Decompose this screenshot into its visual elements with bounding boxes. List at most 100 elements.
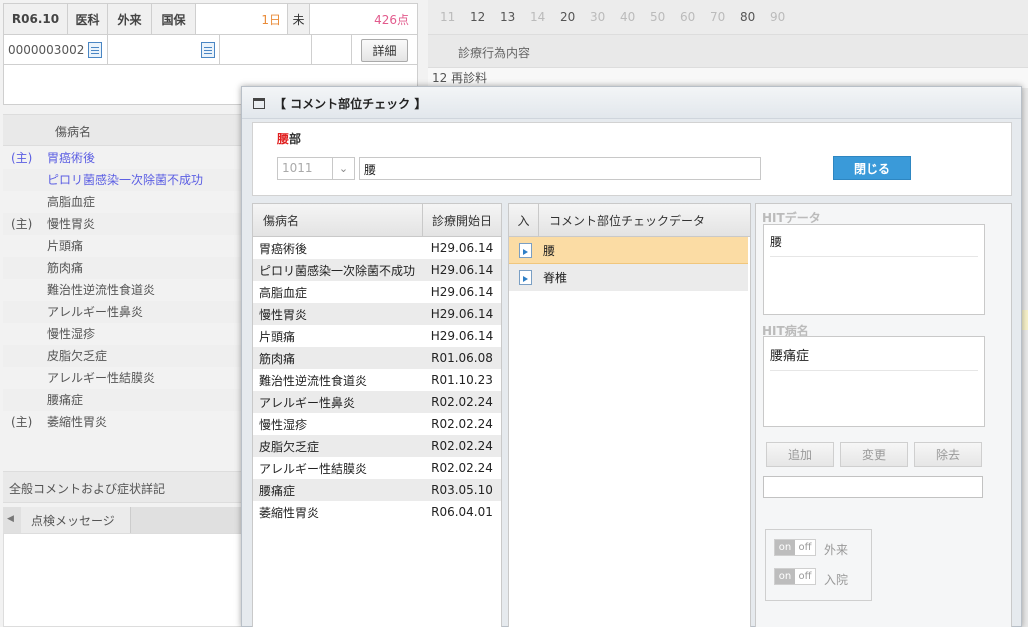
disease-list-item[interactable]: 高脂血症: [3, 191, 243, 213]
toggle-on-label: on: [775, 569, 795, 584]
message-panel: [3, 533, 243, 627]
table-row[interactable]: アレルギー性鼻炎 R02.02.24: [253, 391, 501, 413]
day-number[interactable]: 70: [710, 10, 740, 24]
col-start-date[interactable]: 診療開始日: [423, 204, 501, 236]
col-check-data: コメント部位チェックデータ: [549, 213, 706, 228]
table-row[interactable]: 難治性逆流性食道炎 R01.10.23: [253, 369, 501, 391]
change-button[interactable]: 変更: [840, 442, 908, 467]
check-data-body: 腰脊椎: [509, 237, 750, 291]
disease-name-cell: 高脂血症: [259, 285, 308, 300]
part-label-suffix: 部: [289, 132, 302, 146]
disease-list-item[interactable]: (主) 慢性胃炎: [3, 213, 243, 235]
disease-name: 慢性湿疹: [47, 327, 96, 341]
table-row[interactable]: ピロリ菌感染一次除菌不成功 H29.06.14: [253, 259, 501, 281]
table-row[interactable]: 胃癌術後 H29.06.14: [253, 237, 501, 259]
disease-name-cell: ピロリ菌感染一次除菌不成功: [259, 263, 416, 278]
tab-check-message-label: 点検メッセージ: [31, 514, 115, 528]
day-number[interactable]: 12: [470, 10, 500, 24]
patient-id: 0000003002: [8, 43, 85, 57]
day-number[interactable]: 40: [620, 10, 650, 24]
disease-table-body: 胃癌術後 H29.06.14 ピロリ菌感染一次除菌不成功 H29.06.14 高脂血症 H…: [253, 237, 501, 523]
day-number[interactable]: 20: [560, 10, 590, 24]
document-icon[interactable]: [201, 42, 215, 58]
disease-name-cell: 筋肉痛: [259, 351, 296, 366]
part-code-select[interactable]: 1011 ⌄: [277, 157, 355, 180]
disease-name: アレルギー性結膜炎: [47, 371, 156, 385]
disease-list-item[interactable]: アレルギー性鼻炎: [3, 301, 243, 323]
day-number[interactable]: 14: [530, 10, 560, 24]
main-disease-marker: (主): [11, 151, 33, 165]
disease-name: ピロリ菌感染一次除菌不成功: [47, 173, 204, 187]
hit-data-box: 腰: [763, 224, 985, 315]
add-button[interactable]: 追加: [766, 442, 834, 467]
disease-list-item[interactable]: 腰痛症: [3, 389, 243, 411]
check-data-row[interactable]: 脊椎: [509, 264, 748, 291]
document-icon[interactable]: [88, 42, 103, 58]
doc-cell: [108, 35, 220, 65]
day-number[interactable]: 30: [590, 10, 620, 24]
tab-check-message[interactable]: 点検メッセージ: [21, 507, 131, 533]
day-number[interactable]: 13: [500, 10, 530, 24]
message-tabs: ◀ 点検メッセージ: [3, 507, 243, 533]
table-row[interactable]: 筋肉痛 R01.06.08: [253, 347, 501, 369]
inpatient-toggle[interactable]: on off: [774, 568, 816, 585]
toggle-on-label: on: [775, 540, 795, 555]
disease-list-item[interactable]: 慢性湿疹: [3, 323, 243, 345]
disease-list: (主) 胃癌術後ピロリ菌感染一次除菌不成功 高脂血症 (主) 慢性胃炎片頭痛 筋肉痛 難治性…: [3, 147, 243, 433]
table-row[interactable]: 慢性胃炎 H29.06.14: [253, 303, 501, 325]
dialog-titlebar[interactable]: 【 コメント部位チェック 】: [242, 87, 1021, 119]
disease-list-item[interactable]: 筋肉痛: [3, 257, 243, 279]
toggle-group: on off 外来 on off 入院: [765, 529, 872, 601]
disease-list-item[interactable]: ピロリ菌感染一次除菌不成功: [3, 169, 243, 191]
disease-name-cell: 慢性湿疹: [259, 417, 308, 432]
disease-name: 慢性胃炎: [47, 217, 96, 231]
detail-cell: 詳細: [352, 35, 417, 65]
app-root: R06.10 医科 外来 国保 1日 未 426点 0000003002 詳細 …: [0, 0, 1028, 627]
disease-list-header: 傷病名: [3, 114, 243, 146]
table-row[interactable]: 萎縮性胃炎 R06.04.01: [253, 501, 501, 523]
general-comment-label: 全般コメントおよび症状詳記: [9, 482, 166, 496]
disease-list-item[interactable]: (主) 萎縮性胃炎: [3, 411, 243, 433]
start-date-cell: H29.06.14: [430, 285, 494, 299]
close-button[interactable]: 閉じる: [833, 156, 911, 180]
outpatient-toggle[interactable]: on off: [774, 539, 816, 556]
disease-name: 高脂血症: [47, 195, 96, 209]
disease-list-item[interactable]: (主) 胃癌術後: [3, 147, 243, 169]
insert-document-icon[interactable]: [518, 270, 532, 285]
day-number[interactable]: 50: [650, 10, 680, 24]
day-number[interactable]: 80: [740, 10, 770, 24]
table-row[interactable]: 皮脂欠乏症 R02.02.24: [253, 435, 501, 457]
main-disease-marker: (主): [11, 415, 33, 429]
col-disease-name[interactable]: 傷病名: [253, 204, 423, 236]
treatment-row[interactable]: 12 再診料: [428, 68, 1028, 88]
table-row[interactable]: 高脂血症 H29.06.14: [253, 281, 501, 303]
day-number[interactable]: 11: [440, 10, 470, 24]
comment-text-input[interactable]: [763, 476, 983, 498]
table-row[interactable]: 腰痛症 R03.05.10: [253, 479, 501, 501]
remove-button[interactable]: 除去: [914, 442, 982, 467]
disease-list-item[interactable]: 難治性逆流性食道炎: [3, 279, 243, 301]
hit-panel: HITデータ 腰 HIT病名 腰痛症 追加 変更 除去 on off 外来 on…: [755, 203, 1012, 627]
disease-list-item[interactable]: 片頭痛: [3, 235, 243, 257]
day-number[interactable]: 60: [680, 10, 710, 24]
general-comment-header[interactable]: 全般コメントおよび症状詳記: [3, 471, 243, 503]
table-row[interactable]: アレルギー性結膜炎 R02.02.24: [253, 457, 501, 479]
table-row[interactable]: 片頭痛 H29.06.14: [253, 325, 501, 347]
disease-table-header: 傷病名 診療開始日: [253, 204, 501, 237]
chevron-down-icon[interactable]: ⌄: [332, 158, 354, 179]
day-number-bar: 11 12 13 14 20 30 40 50 60 70 80 90: [428, 0, 1028, 34]
disease-name-cell: アレルギー性結膜炎: [259, 461, 368, 476]
main-disease-marker: (主): [11, 217, 33, 231]
dialog-title: 【 コメント部位チェック 】: [274, 97, 427, 111]
disease-name-cell: 難治性逆流性食道炎: [259, 373, 368, 388]
day-number[interactable]: 90: [770, 10, 800, 24]
disease-list-item[interactable]: 皮脂欠乏症: [3, 345, 243, 367]
table-row[interactable]: 慢性湿疹 R02.02.24: [253, 413, 501, 435]
disease-list-item[interactable]: アレルギー性結膜炎: [3, 367, 243, 389]
part-name-input[interactable]: 腰: [359, 157, 761, 180]
tab-left-arrow-icon[interactable]: ◀: [7, 514, 14, 524]
detail-button[interactable]: 詳細: [361, 38, 408, 62]
disease-name: アレルギー性鼻炎: [47, 305, 144, 319]
check-data-row[interactable]: 腰: [509, 237, 748, 264]
insert-document-icon[interactable]: [518, 242, 532, 258]
